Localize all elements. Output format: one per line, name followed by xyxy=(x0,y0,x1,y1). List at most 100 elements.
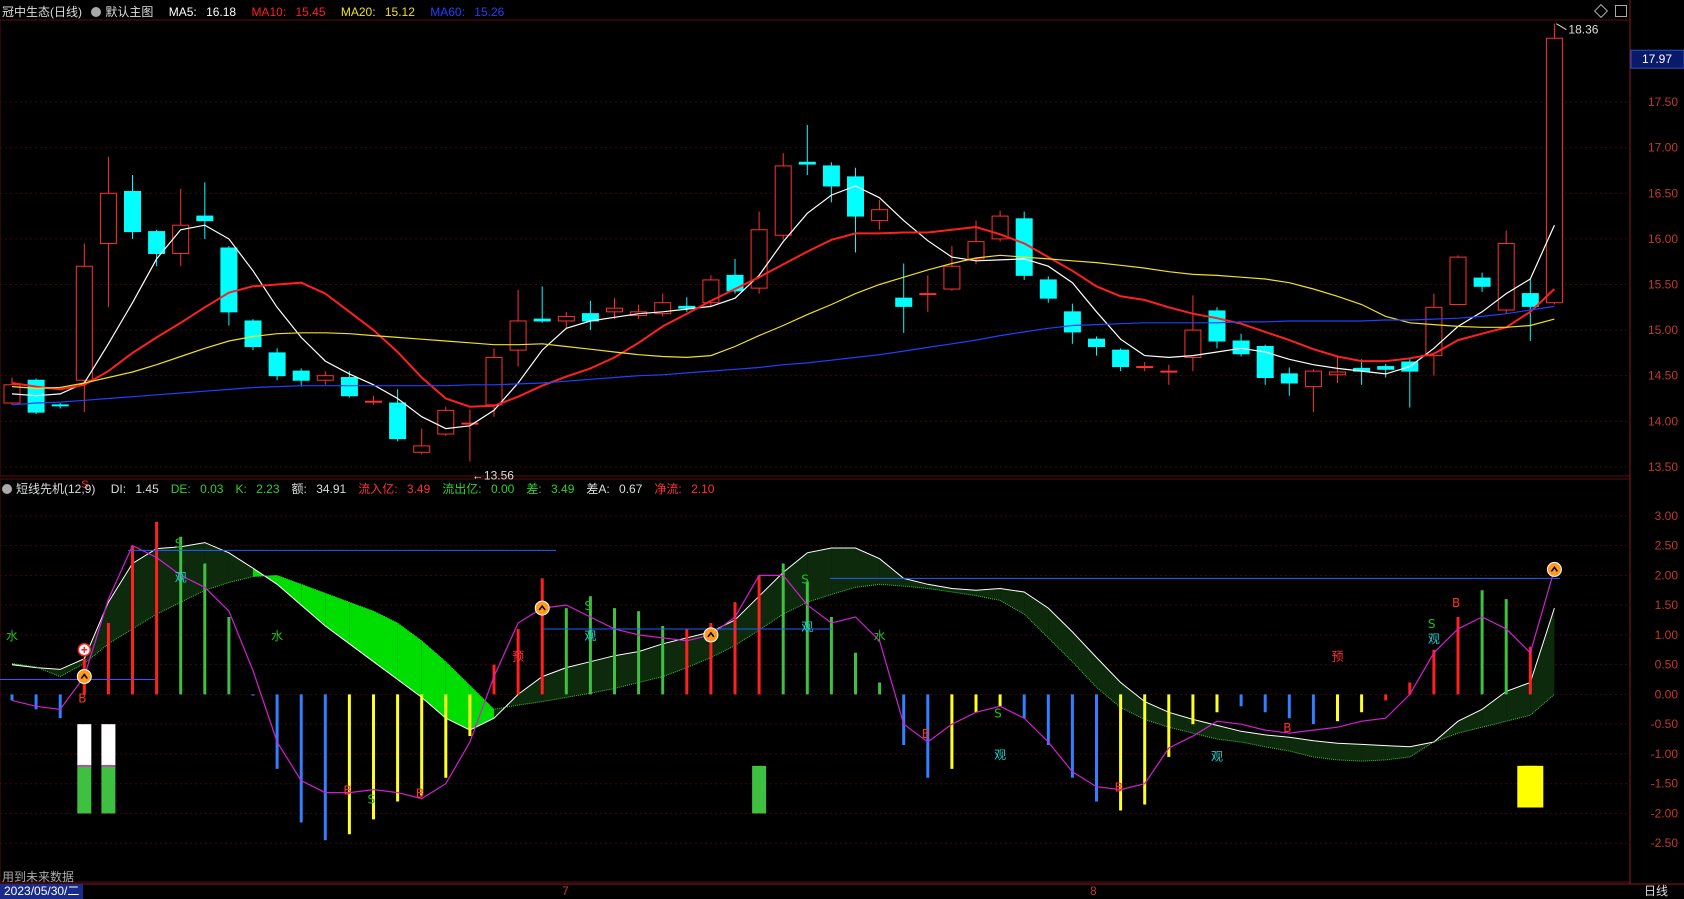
indicator-readout: DE: 0.03 xyxy=(170,482,224,496)
candle xyxy=(1545,23,1563,305)
candle-body xyxy=(148,231,166,254)
band-segment xyxy=(1458,709,1483,734)
indicator-signal-mark: B xyxy=(78,691,86,705)
candle-body xyxy=(1184,329,1202,358)
indicator-readout: 流出亿: 0.00 xyxy=(442,482,515,496)
indicator-signal-mark: S xyxy=(994,706,1002,720)
period-button[interactable]: 日线 xyxy=(1644,884,1668,899)
window-toggle-icon[interactable] xyxy=(1615,5,1627,17)
candle xyxy=(172,188,190,267)
candle-body xyxy=(1545,37,1563,304)
signal-block-yellow xyxy=(1517,765,1544,808)
candle-body xyxy=(1329,371,1346,376)
candle xyxy=(461,409,479,462)
indicator-signal-mark: 观 xyxy=(994,748,1006,762)
band-segment xyxy=(1072,631,1097,688)
band-segment xyxy=(1313,740,1338,760)
price-tick-label: 14.00 xyxy=(1648,414,1678,428)
candle xyxy=(1449,255,1467,306)
buy-marker-circle xyxy=(703,627,719,643)
candle xyxy=(533,286,551,323)
ma-line-ma20 xyxy=(11,254,1555,390)
indicator-signal-mark: 观 xyxy=(801,620,813,634)
indicator-signal-mark: 观 xyxy=(1211,750,1223,764)
band-segment xyxy=(373,611,398,680)
band-segment xyxy=(228,552,253,583)
candle xyxy=(581,300,599,331)
indicator-tick-label: 1.50 xyxy=(1655,598,1679,612)
candle xyxy=(51,403,69,409)
candle xyxy=(919,275,937,312)
band-segment xyxy=(1144,701,1169,728)
candle-body xyxy=(1088,338,1105,347)
candle xyxy=(654,293,672,317)
candle xyxy=(1280,367,1298,396)
band-segment xyxy=(807,548,832,603)
main-menu-button[interactable]: 默认主图 xyxy=(91,5,159,19)
candle xyxy=(1063,303,1081,344)
candle-body xyxy=(365,400,382,403)
candle-body xyxy=(220,247,238,313)
indicator-readout: 差A: 0.67 xyxy=(586,482,643,496)
candle-body xyxy=(1136,366,1154,369)
price-tick-label: 17.00 xyxy=(1648,141,1678,155)
candle-body xyxy=(413,445,431,453)
candle xyxy=(292,368,310,387)
band-segment xyxy=(421,640,446,719)
candle xyxy=(798,124,816,176)
candle xyxy=(340,371,358,398)
buy-marker-icon xyxy=(534,600,550,616)
gear-icon xyxy=(91,7,102,17)
volume-block-lower xyxy=(101,765,116,814)
candle-body xyxy=(822,165,840,187)
band-segment xyxy=(1048,608,1073,662)
candle xyxy=(1136,362,1154,372)
candle-body xyxy=(557,315,575,322)
candle-body xyxy=(1377,366,1395,370)
candle-body xyxy=(51,404,69,407)
candle xyxy=(509,289,527,367)
indicator-signal-mark: B xyxy=(922,727,930,741)
candle-body xyxy=(1304,370,1322,388)
indicator-tick-label: -2.00 xyxy=(1651,806,1679,820)
volume-block-lower xyxy=(77,765,92,814)
high-marker-arrow xyxy=(1556,23,1567,31)
volume-block-upper xyxy=(77,724,92,766)
candle-body xyxy=(895,297,913,307)
indicator-tick-label: 2.50 xyxy=(1655,539,1679,553)
ma-line-ma10 xyxy=(11,225,1556,408)
price-tick-label: 15.00 xyxy=(1648,323,1678,337)
candle xyxy=(148,229,166,267)
candle xyxy=(895,263,913,333)
band-segment xyxy=(735,596,760,646)
candle-body xyxy=(798,161,816,165)
gear-icon xyxy=(2,484,12,494)
indicator-tick-label: 2.00 xyxy=(1655,568,1679,582)
price-tick-label: 14.50 xyxy=(1648,369,1678,383)
ma-line-ma60 xyxy=(11,305,1555,406)
candle-body xyxy=(1232,340,1250,355)
band-segment xyxy=(542,667,567,702)
indicator-signal-mark: S xyxy=(801,572,809,586)
candle xyxy=(124,175,141,239)
candle-body xyxy=(1063,311,1081,333)
candle-body xyxy=(1039,279,1057,299)
kline-chart-canvas[interactable]: 17.50 17.00 16.50 16.00 15.50 15.00 14.50 14.00… xyxy=(0,0,1684,899)
candle xyxy=(1473,272,1491,292)
band-segment xyxy=(662,637,687,677)
candle-body xyxy=(99,192,117,244)
date-label: 2023/05/30/二 xyxy=(0,884,84,899)
indicator-signal-mark: S xyxy=(175,537,183,551)
band-segment xyxy=(1000,588,1025,615)
indicator-readout: 差: 3.49 xyxy=(526,482,575,496)
candle-body xyxy=(1497,242,1515,311)
buy-marker-circle xyxy=(534,600,550,616)
price-tick-label: 16.00 xyxy=(1648,232,1678,246)
candle-body xyxy=(847,176,864,217)
stock-title[interactable]: 冠中生态(日线) xyxy=(2,5,82,19)
band-segment xyxy=(397,623,422,698)
indicator-signal-mark: B xyxy=(1452,596,1460,610)
candle xyxy=(268,348,286,381)
price-tick-label: 15.50 xyxy=(1648,277,1678,291)
indicator-menu-button[interactable]: 短线先机(12,9) xyxy=(2,482,101,496)
